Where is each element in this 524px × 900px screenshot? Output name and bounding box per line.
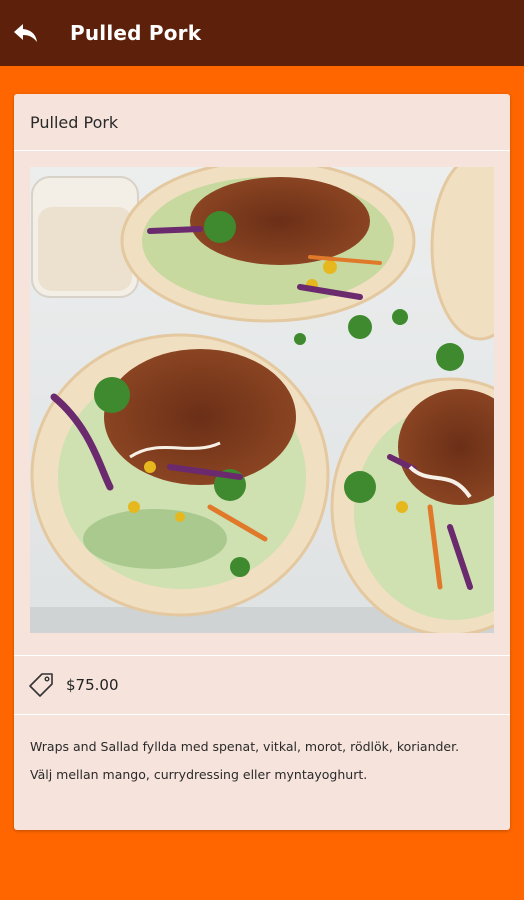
page-title: Pulled Pork (70, 21, 202, 45)
description-line: Välj mellan mango, currydressing eller m… (30, 767, 368, 782)
description-line: Wraps and Sallad fyllda med spenat, vitk… (30, 739, 460, 754)
back-button[interactable] (4, 11, 48, 55)
price-row: $75.00 (14, 656, 510, 715)
product-card: Pulled Pork $75.00 Wraps and Sallad fyll… (14, 94, 510, 830)
app-bar: Pulled Pork (0, 0, 524, 66)
product-description: Wraps and Sallad fyllda med spenat, vitk… (14, 715, 510, 789)
price-tag-icon (29, 673, 53, 697)
product-image[interactable] (30, 167, 494, 633)
product-title: Pulled Pork (14, 94, 510, 151)
product-image-container (14, 151, 510, 656)
price-label: $75.00 (66, 676, 119, 694)
reply-arrow-icon (14, 24, 37, 42)
